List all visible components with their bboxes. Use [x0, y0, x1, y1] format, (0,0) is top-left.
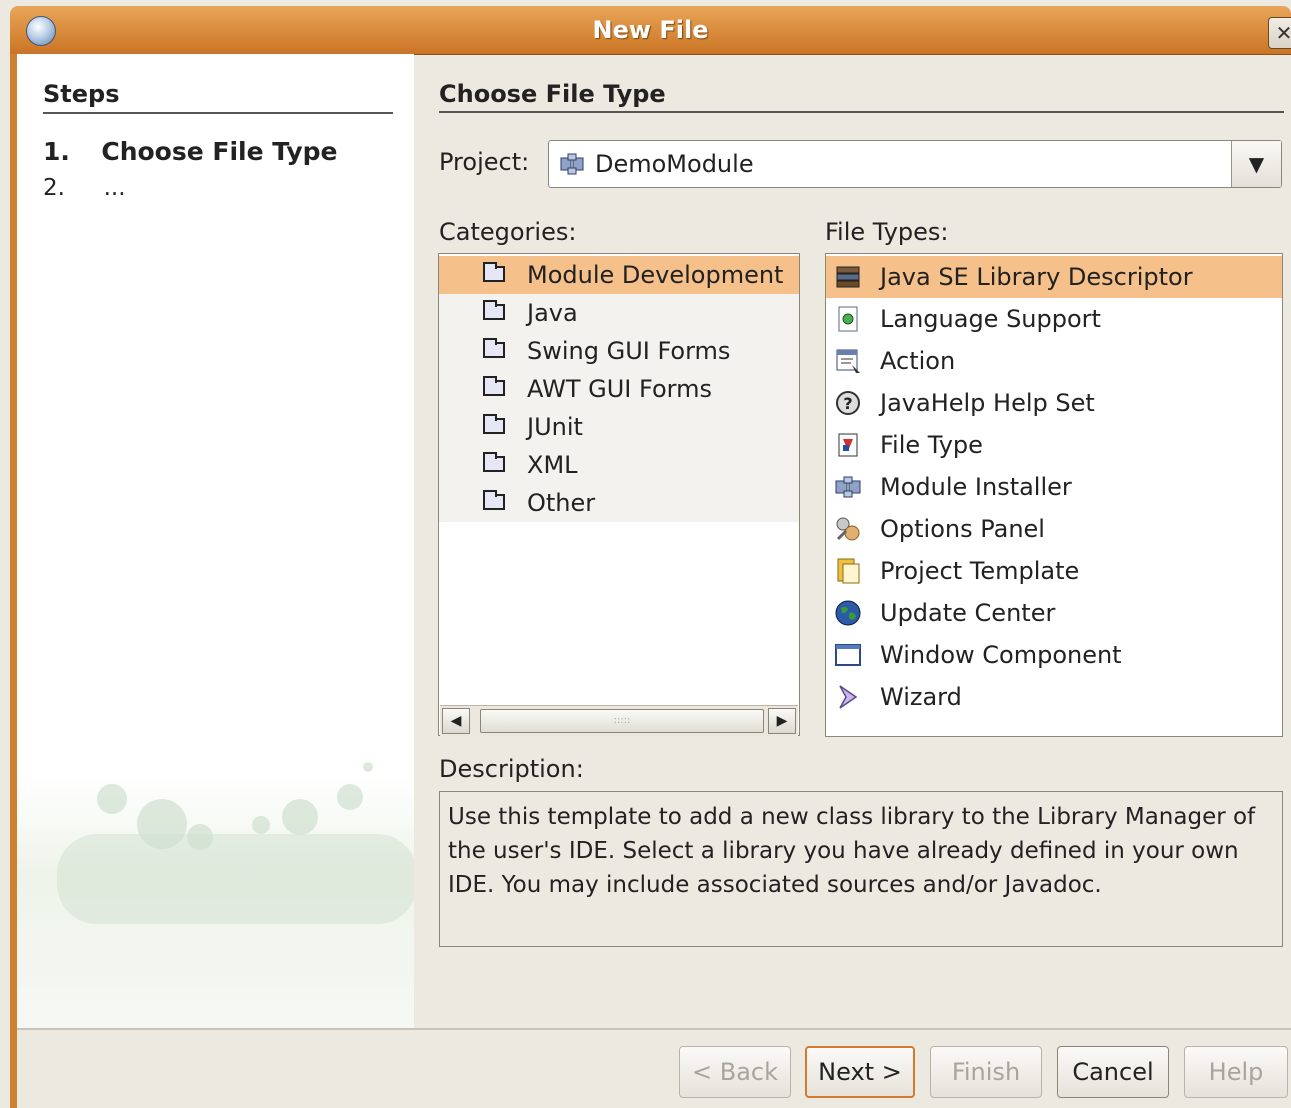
file-type-item[interactable]: File Type	[826, 424, 1282, 466]
description-text: Use this template to add a new class lib…	[448, 804, 1256, 898]
help-button[interactable]: Help	[1184, 1046, 1288, 1098]
categories-label: Categories:	[439, 218, 577, 246]
decoration	[97, 784, 127, 814]
category-item[interactable]: Java	[439, 294, 799, 332]
step-label: Choose File Type	[101, 137, 338, 166]
decoration	[282, 799, 318, 835]
category-item[interactable]: Swing GUI Forms	[439, 332, 799, 370]
file-types-label: File Types:	[825, 218, 949, 246]
module-icon	[558, 152, 588, 176]
file-type-item[interactable]: Language Support	[826, 298, 1282, 340]
file-type-item[interactable]: Update Center	[826, 592, 1282, 634]
cancel-button[interactable]: Cancel	[1057, 1046, 1169, 1098]
folder-icon	[483, 414, 505, 434]
action-icon	[834, 347, 862, 375]
scrollbar-thumb[interactable]: :::::	[480, 709, 764, 733]
window-title: New File	[592, 16, 709, 44]
next-button[interactable]: Next >	[805, 1046, 915, 1098]
globe-icon	[834, 599, 862, 627]
folder-icon	[483, 338, 505, 358]
divider	[17, 1028, 1291, 1030]
step-number: 2.	[43, 175, 65, 201]
category-item[interactable]: JUnit	[439, 408, 799, 446]
category-item[interactable]: AWT GUI Forms	[439, 370, 799, 408]
file-type-item[interactable]: Wizard	[826, 676, 1282, 718]
file-type-item[interactable]: Options Panel	[826, 508, 1282, 550]
help-icon: ?	[834, 389, 862, 417]
project-label: Project:	[439, 148, 530, 176]
horizontal-scrollbar[interactable]: ◀ ::::: ▶	[440, 705, 798, 736]
steps-title: Steps	[43, 80, 120, 108]
folder-icon	[483, 490, 505, 510]
folder-icon	[483, 452, 505, 472]
page-title: Choose File Type	[439, 80, 666, 108]
finish-button[interactable]: Finish	[930, 1046, 1042, 1098]
folder-icon	[483, 376, 505, 396]
file-type-item[interactable]: ? JavaHelp Help Set	[826, 382, 1282, 424]
filetype-icon	[834, 431, 862, 459]
categories-list[interactable]: Module Development Java Swing GUI Forms …	[438, 253, 800, 736]
category-item[interactable]: XML	[439, 446, 799, 484]
language-icon	[834, 305, 862, 333]
library-icon	[834, 263, 862, 291]
step-number: 1.	[43, 137, 70, 166]
description-box: Use this template to add a new class lib…	[439, 791, 1283, 947]
category-item[interactable]: Module Development	[439, 256, 799, 294]
file-type-item[interactable]: Action	[826, 340, 1282, 382]
decoration	[57, 834, 414, 924]
decoration	[337, 784, 363, 810]
step-item-2: 2. ...	[43, 175, 126, 201]
title-bar[interactable]: New File ✕	[10, 6, 1291, 55]
scroll-left-icon[interactable]: ◀	[442, 708, 470, 734]
file-types-list[interactable]: Java SE Library Descriptor Language Supp…	[825, 253, 1283, 737]
scroll-right-icon[interactable]: ▶	[768, 708, 796, 734]
window-icon	[834, 641, 862, 669]
folder-icon	[483, 300, 505, 320]
template-icon	[834, 557, 862, 585]
close-button[interactable]: ✕	[1268, 17, 1291, 49]
file-type-item[interactable]: Window Component	[826, 634, 1282, 676]
file-type-item[interactable]: Project Template	[826, 550, 1282, 592]
file-type-item[interactable]: Java SE Library Descriptor	[826, 256, 1282, 298]
step-item-1: 1. Choose File Type	[43, 137, 338, 166]
wizard-icon	[834, 683, 862, 711]
description-label: Description:	[439, 755, 584, 783]
svg-text:?: ?	[843, 394, 852, 413]
options-icon	[834, 515, 862, 543]
step-label: ...	[103, 175, 126, 201]
decoration	[363, 762, 373, 772]
back-button[interactable]: < Back	[679, 1046, 791, 1098]
folder-icon	[483, 262, 505, 282]
steps-panel: Steps 1. Choose File Type 2. ...	[17, 54, 414, 1029]
decoration	[252, 816, 270, 834]
chevron-down-icon[interactable]: ▼	[1231, 141, 1281, 187]
category-item[interactable]: Other	[439, 484, 799, 522]
module-icon	[834, 473, 862, 501]
divider	[43, 112, 393, 114]
file-type-item[interactable]: Module Installer	[826, 466, 1282, 508]
window-frame	[10, 54, 17, 1108]
project-value: DemoModule	[595, 150, 754, 178]
divider	[439, 111, 1284, 113]
